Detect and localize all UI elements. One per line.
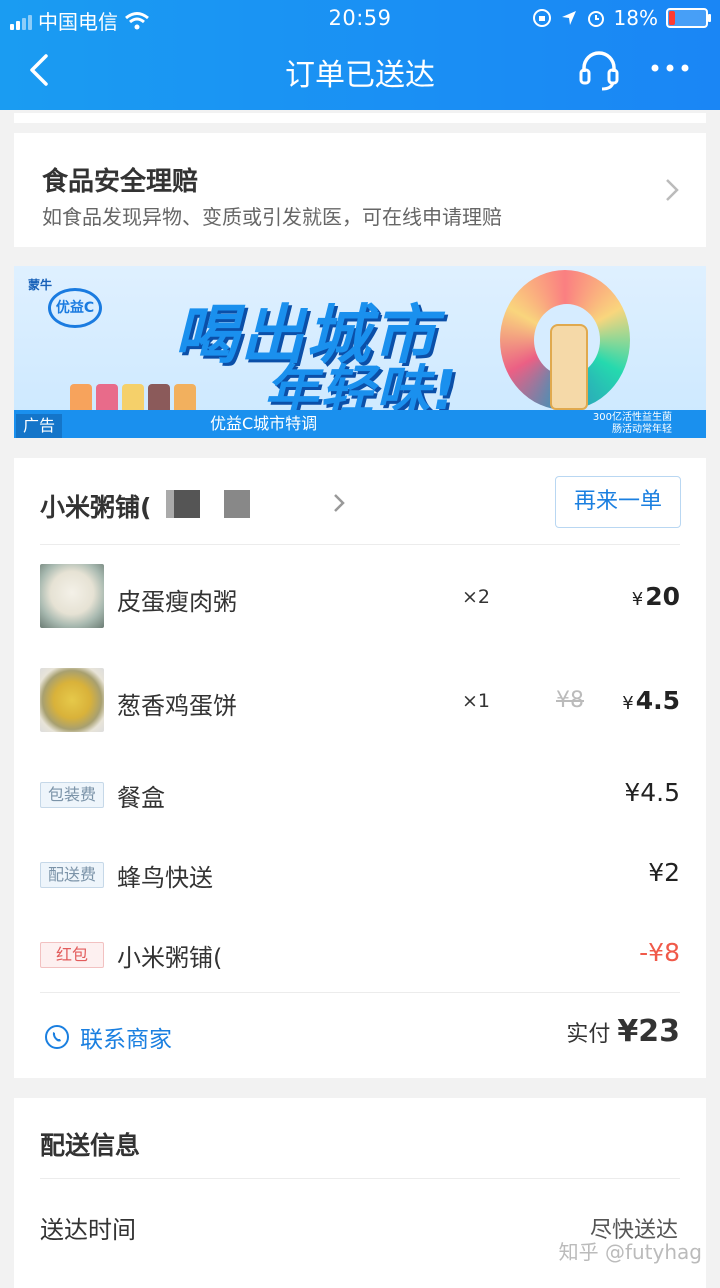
shop-name[interactable]: 小米粥铺( xyxy=(40,488,151,524)
alarm-icon xyxy=(587,11,604,27)
location-icon xyxy=(561,11,576,25)
item-photo-congee xyxy=(40,564,104,628)
ad-banner[interactable]: 蒙牛 优益C 喝出城市 年轻味! 广告 优益C城市特调 300亿活性益生菌 肠活… xyxy=(14,266,706,438)
fee-name: 蜂鸟快送 xyxy=(117,864,213,892)
contact-merchant-label: 联系商家 xyxy=(80,1027,172,1053)
status-bar: 中国电信 20:59 18% xyxy=(0,0,720,36)
fee-row: 红包 小米粥铺( -¥8 xyxy=(14,936,706,1006)
watermark: 知乎 @futyhag xyxy=(558,1240,702,1264)
claim-subtitle: 如食品发现异物、变质或引发就医，可在线申请理赔 xyxy=(42,205,502,229)
more-icon[interactable] xyxy=(650,58,690,78)
item-photo-egg-pancake xyxy=(40,668,104,732)
header-bar: 中国电信 20:59 18% 订单已送达 xyxy=(0,0,720,110)
divider xyxy=(40,1178,680,1179)
order-item: 皮蛋瘦肉粥 ×2 ¥20 xyxy=(14,564,706,634)
chevron-right-icon xyxy=(666,179,679,201)
item-price: ¥4.5 xyxy=(622,686,680,715)
ad-small-text: 300亿活性益生菌 肠活动常年轻 xyxy=(592,412,672,435)
reorder-button[interactable]: 再来一单 xyxy=(555,476,681,528)
fee-price: ¥2 xyxy=(648,858,680,887)
item-price: ¥20 xyxy=(631,582,680,611)
divider xyxy=(40,992,680,993)
ad-product-logo: 优益C xyxy=(48,288,102,328)
fee-name: 小米粥铺( xyxy=(117,944,223,972)
chevron-right-icon[interactable] xyxy=(332,492,346,514)
fee-row: 配送费 蜂鸟快送 ¥2 xyxy=(14,856,706,926)
food-safety-claim-card[interactable]: 食品安全理赔 如食品发现异物、变质或引发就医，可在线申请理赔 xyxy=(14,133,706,247)
red-packet-tag: 红包 xyxy=(40,942,104,968)
battery-percent: 18% xyxy=(613,6,658,30)
orientation-lock-icon xyxy=(532,9,551,27)
divider xyxy=(40,544,680,545)
order-card: 小米粥铺( 再来一单 皮蛋瘦肉粥 ×2 ¥20 葱香鸡蛋饼 ×1 ¥8 ¥4.5… xyxy=(14,458,706,1078)
nav-bar: 订单已送达 xyxy=(0,36,720,106)
contact-merchant-button[interactable]: 联系商家 xyxy=(44,1020,172,1054)
redacted-block xyxy=(174,490,200,518)
ad-slogan: 优益C城市特调 xyxy=(210,414,318,433)
fee-tag: 配送费 xyxy=(40,862,104,888)
item-name: 皮蛋瘦肉粥 xyxy=(117,588,237,616)
item-name: 葱香鸡蛋饼 xyxy=(117,692,237,720)
item-qty: ×2 xyxy=(462,586,491,608)
item-original-price: ¥8 xyxy=(556,688,584,713)
customer-service-icon[interactable] xyxy=(578,48,620,92)
redacted-block xyxy=(224,490,250,518)
fee-name: 餐盒 xyxy=(117,784,165,812)
battery-icon xyxy=(666,8,711,28)
ad-bottle-image xyxy=(550,324,588,410)
fee-row: 包装费 餐盒 ¥4.5 xyxy=(14,776,706,846)
order-item: 葱香鸡蛋饼 ×1 ¥8 ¥4.5 xyxy=(14,668,706,738)
discount-amount: -¥8 xyxy=(639,938,680,967)
item-qty: ×1 xyxy=(462,690,491,712)
previous-card-edge xyxy=(14,113,706,123)
claim-title: 食品安全理赔 xyxy=(42,167,199,197)
ad-label: 广告 xyxy=(16,414,62,438)
fee-price: ¥4.5 xyxy=(624,778,680,807)
phone-icon xyxy=(45,1025,69,1049)
delivery-time-label: 送达时间 xyxy=(40,1216,136,1244)
paid-total: 实付 ¥23 xyxy=(566,1014,680,1049)
ad-brand: 蒙牛 xyxy=(28,278,53,292)
fee-tag: 包装费 xyxy=(40,782,104,808)
delivery-title: 配送信息 xyxy=(40,1131,141,1160)
